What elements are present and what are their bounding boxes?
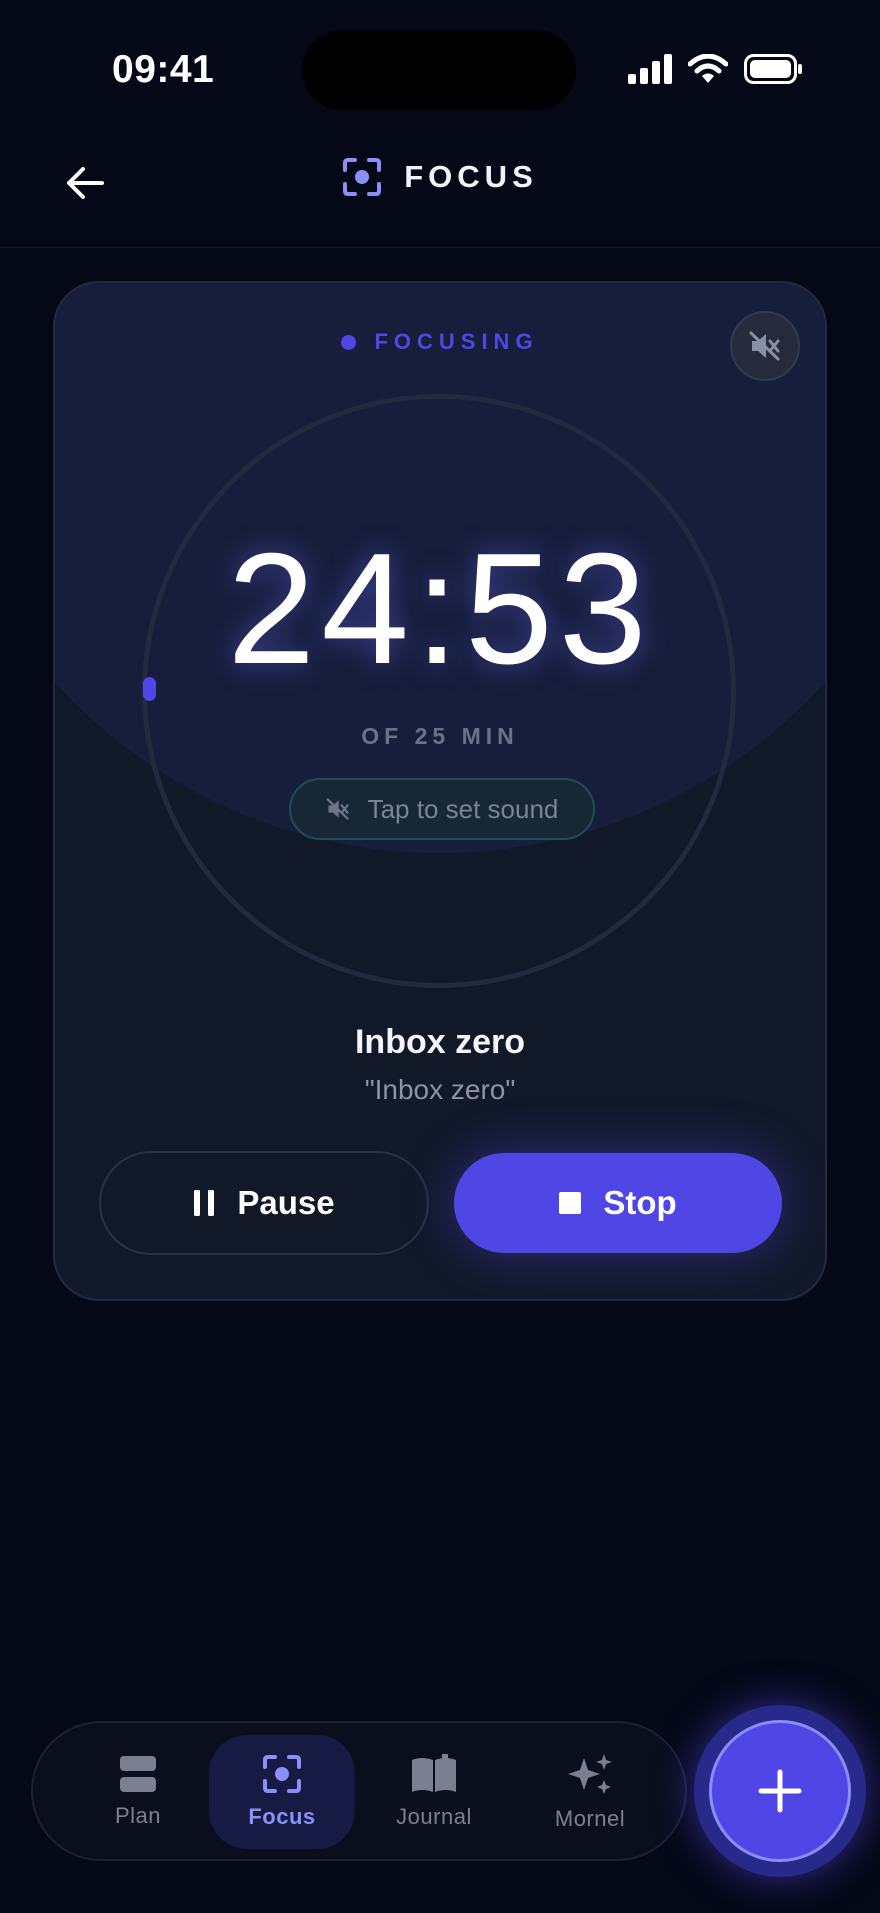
sparkle-icon xyxy=(568,1754,612,1794)
tab-journal[interactable]: Journal xyxy=(361,1735,507,1849)
battery-icon xyxy=(744,54,802,84)
set-sound-button[interactable]: Tap to set sound xyxy=(289,778,595,840)
plus-icon xyxy=(758,1769,802,1813)
wifi-icon xyxy=(688,54,728,83)
task-title: Inbox zero xyxy=(354,1023,526,1061)
time-remaining: 24:53 xyxy=(227,521,653,697)
status-time: 09:41 xyxy=(112,48,215,91)
focus-timer-card: FOCUSING 24:53 OF 25 MIN Tap to set soun… xyxy=(53,281,827,1301)
task-subtitle: "Inbox zero" xyxy=(364,1074,516,1105)
tab-label: Plan xyxy=(114,1803,162,1828)
header: FOCUS xyxy=(0,140,880,248)
duration-label: OF 25 MIN xyxy=(361,723,519,749)
state-label: FOCUSING xyxy=(374,329,539,354)
tab-focus[interactable]: Focus xyxy=(209,1735,355,1849)
tab-mornel[interactable]: Mornel xyxy=(517,1735,663,1849)
pause-icon xyxy=(194,1190,215,1216)
mute-button[interactable] xyxy=(730,311,800,381)
tab-label: Mornel xyxy=(554,1806,626,1831)
state-dot xyxy=(341,334,357,350)
speaker-muted-icon xyxy=(749,331,780,361)
pause-button[interactable]: Pause xyxy=(99,1151,429,1255)
stop-label: Stop xyxy=(603,1184,677,1221)
stop-icon xyxy=(559,1192,582,1214)
focus-icon xyxy=(263,1755,301,1793)
status-icons xyxy=(628,54,802,84)
tab-bar: Plan Focus Journal Mornel xyxy=(31,1721,687,1861)
timer-state: FOCUSING xyxy=(55,329,825,355)
status-bar: 09:41 xyxy=(0,0,880,140)
stop-button[interactable]: Stop xyxy=(454,1153,782,1253)
set-sound-label: Tap to set sound xyxy=(367,793,559,824)
tab-label: Focus xyxy=(248,1804,316,1829)
speaker-muted-icon xyxy=(326,798,349,820)
focus-icon xyxy=(343,158,382,196)
pause-label: Pause xyxy=(237,1184,335,1221)
dynamic-island xyxy=(302,30,576,110)
tab-label: Journal xyxy=(396,1804,472,1829)
plan-icon xyxy=(120,1756,156,1792)
add-button[interactable] xyxy=(709,1720,851,1862)
signal-icon xyxy=(628,54,672,84)
journal-icon xyxy=(412,1754,456,1792)
header-title-group: FOCUS xyxy=(0,157,880,197)
tab-plan[interactable]: Plan xyxy=(65,1735,211,1849)
page-title: FOCUS xyxy=(404,159,538,194)
